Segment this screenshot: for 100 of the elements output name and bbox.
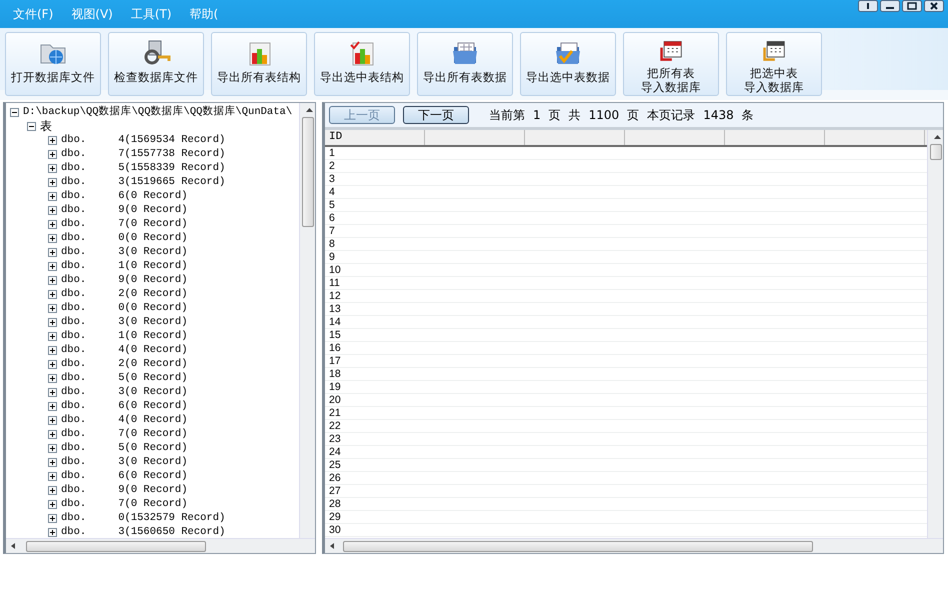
toolbar-button[interactable]: 导出所有表结构: [211, 32, 307, 96]
expand-icon[interactable]: [48, 164, 57, 172]
table-name[interactable]: dbo.: [61, 147, 86, 161]
table-name[interactable]: dbo.: [61, 217, 86, 231]
scroll-up-icon[interactable]: [934, 135, 940, 139]
table-name[interactable]: dbo.: [61, 287, 86, 301]
maximize-icon[interactable]: [902, 0, 922, 12]
expand-icon[interactable]: [48, 290, 57, 298]
expand-icon[interactable]: [48, 318, 57, 326]
record-count: 4(1569534 Record): [118, 133, 226, 147]
table-name[interactable]: dbo.: [61, 231, 86, 245]
toolbar-button[interactable]: 检查数据库文件: [108, 32, 204, 96]
toolbar-button[interactable]: 导出选中表数据: [520, 32, 616, 96]
expand-icon[interactable]: [48, 262, 57, 270]
table-name[interactable]: dbo.: [61, 245, 86, 259]
help-icon[interactable]: [858, 0, 878, 12]
table-name[interactable]: dbo.: [61, 371, 86, 385]
table-name[interactable]: dbo.: [61, 329, 86, 343]
table-name[interactable]: dbo.: [61, 413, 86, 427]
table-name[interactable]: dbo.: [61, 273, 86, 287]
expand-icon[interactable]: [48, 402, 57, 410]
column-header[interactable]: ID: [325, 130, 425, 145]
table-name[interactable]: dbo.: [61, 203, 86, 217]
scroll-thumb[interactable]: [930, 144, 942, 160]
record-count: 6(0 Record): [118, 399, 188, 413]
scroll-thumb[interactable]: [302, 117, 314, 227]
expand-icon[interactable]: [48, 192, 57, 200]
record-count: 5(0 Record): [118, 371, 188, 385]
expand-icon[interactable]: [48, 374, 57, 382]
expand-icon[interactable]: [48, 486, 57, 494]
expand-icon[interactable]: [48, 528, 57, 536]
record-count: 2(0 Record): [118, 357, 188, 371]
expand-icon[interactable]: [48, 472, 57, 480]
expand-icon[interactable]: [48, 332, 57, 340]
table-name[interactable]: dbo.: [61, 483, 86, 497]
next-page-button[interactable]: 下一页: [403, 106, 469, 124]
expand-icon[interactable]: [48, 276, 57, 284]
minimize-icon[interactable]: [880, 0, 900, 12]
table-cell-text: 28: [328, 498, 342, 510]
scroll-left-icon[interactable]: [11, 543, 15, 549]
expand-icon[interactable]: [48, 206, 57, 214]
expand-icon[interactable]: [48, 234, 57, 242]
expand-icon[interactable]: [48, 514, 57, 522]
tree-item[interactable]: D:\backup\QQ数据库\QQ数据库\QQ数据库\QunData\: [23, 105, 292, 119]
vertical-scrollbar[interactable]: [299, 103, 315, 538]
toolbar-button[interactable]: 打开数据库文件: [5, 32, 101, 96]
horizontal-scrollbar[interactable]: [325, 538, 943, 553]
expand-icon[interactable]: [48, 248, 57, 256]
table-name[interactable]: dbo.: [61, 441, 86, 455]
table-name[interactable]: dbo.: [61, 357, 86, 371]
table-name[interactable]: dbo.: [61, 385, 86, 399]
tree-item[interactable]: 表: [40, 119, 52, 133]
record-count: 3(0 Record): [118, 385, 188, 399]
scroll-thumb[interactable]: [26, 540, 206, 552]
toolbar-button[interactable]: 导出所有表数据: [417, 32, 513, 96]
table-name[interactable]: dbo.: [61, 455, 86, 469]
table-name[interactable]: dbo.: [61, 469, 86, 483]
expand-icon[interactable]: [48, 458, 57, 466]
table-name[interactable]: dbo.: [61, 511, 86, 525]
expand-icon[interactable]: [48, 220, 57, 228]
horizontal-scrollbar[interactable]: [6, 538, 315, 553]
table-cell-text: 23: [328, 433, 342, 445]
toolbar-button[interactable]: 导出选中表结构: [314, 32, 410, 96]
table-name[interactable]: dbo.: [61, 133, 86, 147]
page-info: 条: [742, 106, 754, 124]
expand-icon[interactable]: [48, 150, 57, 158]
close-icon[interactable]: [924, 0, 944, 12]
expand-icon[interactable]: [48, 500, 57, 508]
collapse-icon[interactable]: [27, 122, 36, 130]
table-name[interactable]: dbo.: [61, 399, 86, 413]
toolbar-button[interactable]: 把所有表 导入数据库: [623, 32, 719, 96]
table-name[interactable]: dbo.: [61, 175, 86, 189]
table-name[interactable]: dbo.: [61, 161, 86, 175]
expand-icon[interactable]: [48, 388, 57, 396]
table-name[interactable]: dbo.: [61, 315, 86, 329]
scroll-left-icon[interactable]: [330, 543, 334, 549]
collapse-icon[interactable]: [10, 108, 19, 116]
expand-icon[interactable]: [48, 360, 57, 368]
record-count: 5(0 Record): [118, 441, 188, 455]
table-name[interactable]: dbo.: [61, 497, 86, 511]
table-name[interactable]: dbo.: [61, 259, 86, 273]
table-name[interactable]: dbo.: [61, 343, 86, 357]
table-cell-text: 12: [328, 290, 342, 302]
page-info: 页: [548, 106, 561, 124]
table-name[interactable]: dbo.: [61, 189, 86, 203]
expand-icon[interactable]: [48, 416, 57, 424]
scroll-thumb[interactable]: [343, 540, 813, 552]
expand-icon[interactable]: [48, 346, 57, 354]
vertical-scrollbar[interactable]: [927, 130, 943, 538]
expand-icon[interactable]: [48, 304, 57, 312]
expand-icon[interactable]: [48, 444, 57, 452]
table-name[interactable]: dbo.: [61, 427, 86, 441]
table-name[interactable]: dbo.: [61, 525, 86, 538]
expand-icon[interactable]: [48, 430, 57, 438]
toolbar-button[interactable]: 把选中表 导入数据库: [726, 32, 822, 96]
record-count: 0(0 Record): [118, 231, 188, 245]
expand-icon[interactable]: [48, 178, 57, 186]
table-name[interactable]: dbo.: [61, 301, 86, 315]
scroll-up-icon[interactable]: [306, 108, 312, 112]
expand-icon[interactable]: [48, 136, 57, 144]
